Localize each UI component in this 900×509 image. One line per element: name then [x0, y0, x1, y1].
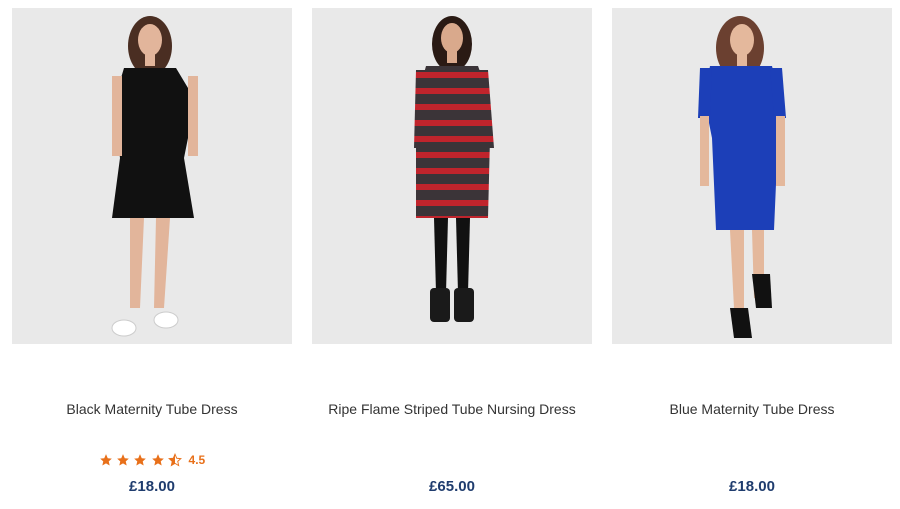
- rating-value: 4.5: [188, 452, 206, 467]
- product-price: £65.00: [429, 478, 475, 495]
- product-price: £18.00: [729, 478, 775, 495]
- product-title[interactable]: Ripe Flame Striped Tube Nursing Dress: [312, 401, 592, 417]
- star-half-icon: [168, 453, 183, 467]
- model-in-black-dress-image: [12, 8, 292, 344]
- product-rating: 4.5: [12, 452, 292, 467]
- model-in-striped-dress-image: [312, 8, 592, 344]
- star-rating: [99, 452, 183, 467]
- star-full-icon: [117, 454, 129, 466]
- product-image[interactable]: [12, 8, 292, 344]
- product-grid: Black Maternity Tube Dress 4.5 £18.00 Ri…: [0, 0, 900, 509]
- star-full-icon: [151, 454, 164, 466]
- product-image[interactable]: [612, 8, 892, 344]
- product-title[interactable]: Blue Maternity Tube Dress: [612, 401, 892, 417]
- product-image[interactable]: [312, 8, 592, 344]
- product-price: £18.00: [129, 478, 175, 495]
- model-in-blue-dress-image: [612, 8, 892, 344]
- star-full-icon: [134, 454, 147, 466]
- product-title[interactable]: Black Maternity Tube Dress: [12, 401, 292, 417]
- product-card[interactable]: Ripe Flame Striped Tube Nursing Dress £6…: [312, 0, 592, 509]
- product-card[interactable]: Blue Maternity Tube Dress £18.00: [612, 0, 892, 509]
- product-card[interactable]: Black Maternity Tube Dress 4.5 £18.00: [12, 0, 292, 509]
- star-full-icon: [99, 454, 112, 466]
